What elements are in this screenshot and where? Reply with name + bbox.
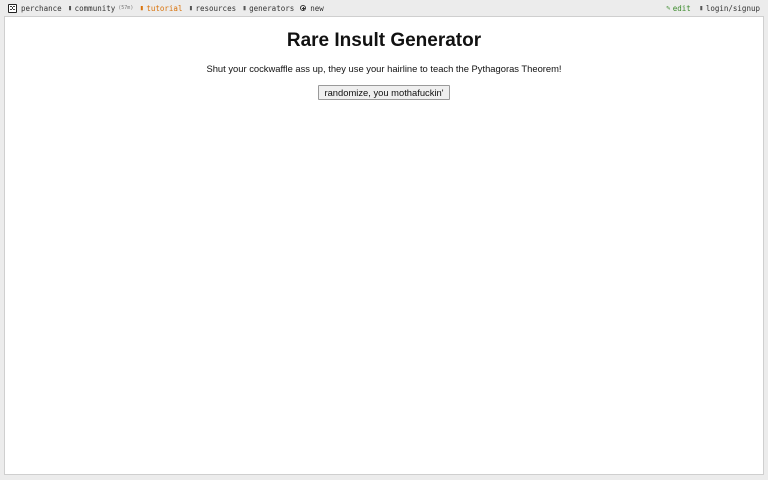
community-count: (57m) [118,5,134,11]
page-title: Rare Insult Generator [286,30,482,51]
nav-tutorial-label: tutorial [146,3,183,13]
nav-left: perchance ▮ community (57m) ▮ tutorial ▮… [8,0,330,16]
plus-icon [300,5,307,11]
nav-community-label: community [74,3,116,13]
nav-resources-label: resources [195,3,237,13]
generator-panel: Rare Insult Generator Shut your cockwaff… [4,16,764,475]
nav-right: ✎ edit ▮ login/signup [658,0,760,16]
insult-output: Shut your cockwaffle ass up, they use yo… [206,63,562,74]
nav-login-signup[interactable]: ▮ login/signup [699,4,760,13]
nav-generators-label: generators [249,3,295,13]
user-icon: ▮ [699,4,704,12]
nav-edit[interactable]: ✎ edit [666,4,691,13]
chat-icon: ▮ [68,4,73,12]
top-nav-bar: perchance ▮ community (57m) ▮ tutorial ▮… [0,0,768,16]
nav-tutorial[interactable]: ▮ tutorial [139,3,183,13]
nav-community[interactable]: ▮ community (57m) [68,3,134,13]
nav-brand-label: perchance [21,3,62,13]
nav-brand-perchance[interactable]: perchance [8,3,62,13]
dice-icon [8,3,17,13]
nav-resources[interactable]: ▮ resources [188,4,236,13]
folder-icon: ▮ [188,4,194,12]
list-icon: ▮ [242,4,247,12]
nav-edit-label: edit [672,3,691,13]
nav-new-label: new [310,3,324,13]
pencil-icon: ✎ [666,4,671,12]
book-icon: ▮ [139,4,144,12]
nav-generators[interactable]: ▮ generators [242,3,295,13]
randomize-button[interactable]: randomize, you mothafuckin' [318,85,450,100]
nav-new[interactable]: new [300,4,324,13]
nav-login-label: login/signup [705,3,760,13]
